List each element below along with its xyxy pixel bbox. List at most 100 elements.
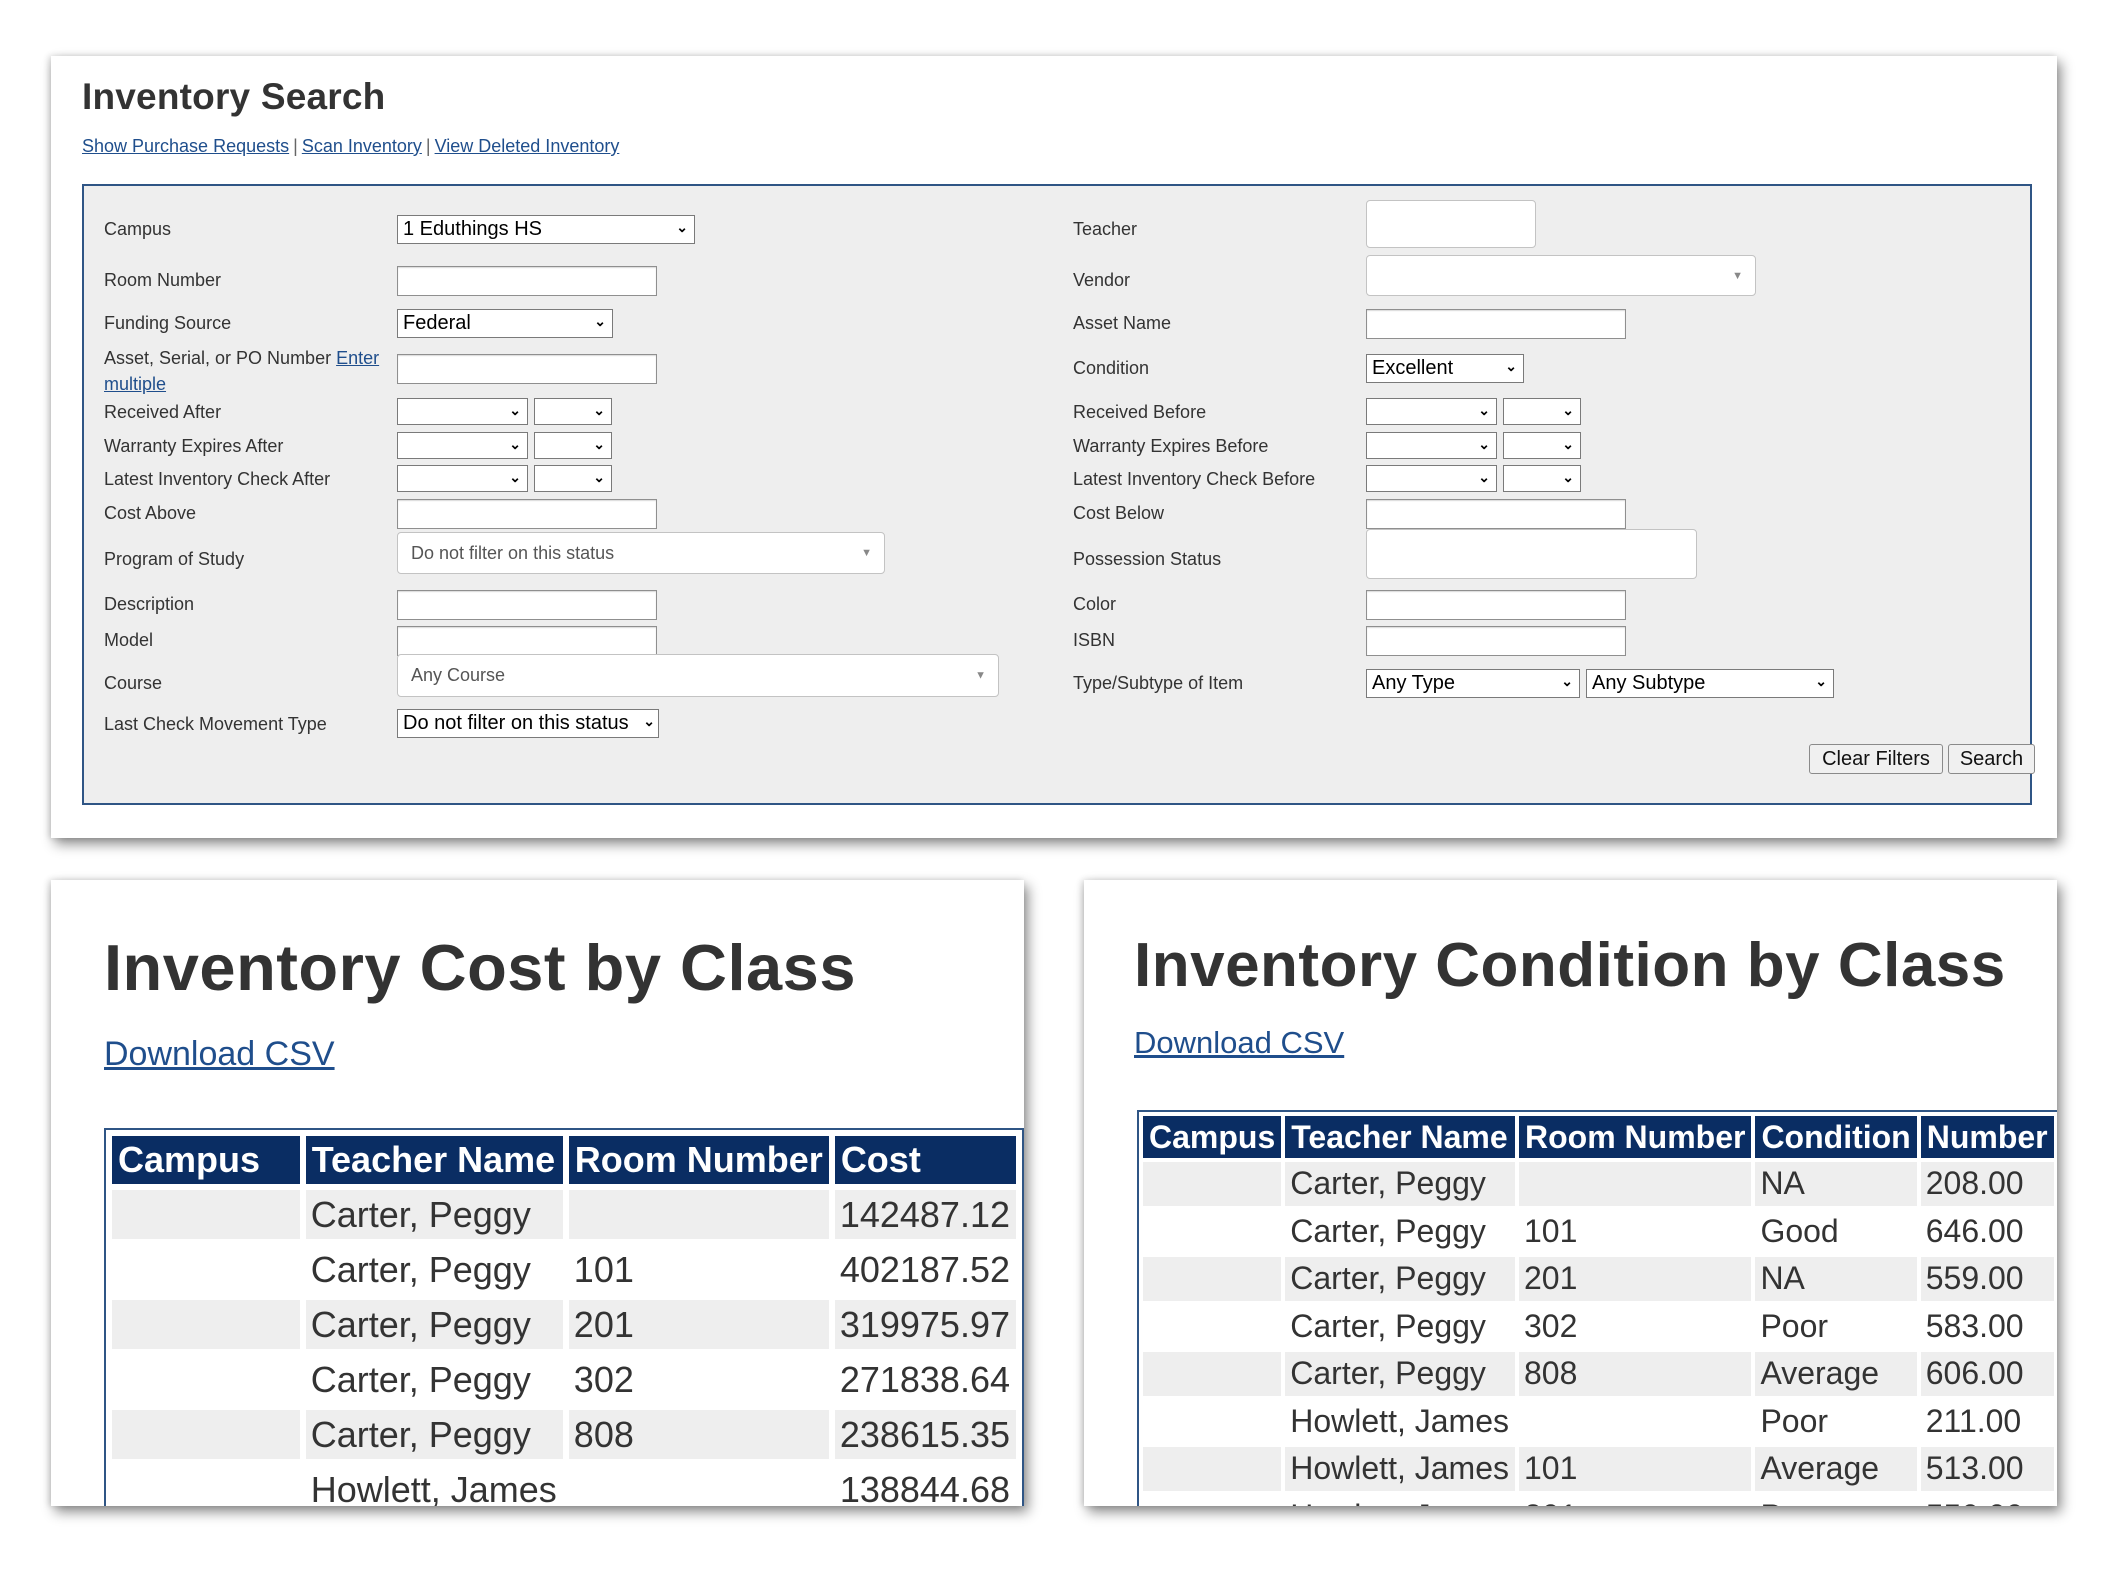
campus-cell xyxy=(1143,1305,1281,1349)
cost-below-label: Cost Below xyxy=(1073,503,1165,523)
chevron-down-icon: ⌄ xyxy=(593,402,605,418)
cost-cell: 142487.12 xyxy=(834,1190,1016,1239)
room-number-input[interactable] xyxy=(397,266,657,296)
condition-select[interactable]: Excellent ⌄ xyxy=(1366,354,1524,383)
teacher-cell: Howlett, James xyxy=(1285,1447,1515,1491)
column-header-campus[interactable]: Campus xyxy=(112,1136,300,1184)
room-cell xyxy=(569,1465,829,1506)
clear-filters-button[interactable]: Clear Filters xyxy=(1809,744,1943,774)
cost-cell: 238615.35 xyxy=(834,1410,1016,1459)
view-deleted-inventory-link[interactable]: View Deleted Inventory xyxy=(435,136,620,156)
received-after-month-select[interactable]: ⌄ xyxy=(397,398,528,425)
cost-download-csv-link[interactable]: Download CSV xyxy=(104,1035,335,1074)
room-cell: 302 xyxy=(1523,1307,1578,1344)
room-cell xyxy=(568,1190,829,1239)
column-header-number[interactable]: Number xyxy=(1920,1116,2054,1158)
latest-check-after-label: Latest Inventory Check After xyxy=(104,469,331,489)
model-input[interactable] xyxy=(397,626,657,656)
table-header-row: Campus Teacher Name Room Number Cost xyxy=(112,1136,1016,1184)
nav-links: Show Purchase Requests | Scan Inventory | Vi… xyxy=(82,136,619,157)
campus-cell xyxy=(1143,1210,1281,1254)
table-row: Carter, Peggy 142487.12 xyxy=(112,1190,1016,1239)
show-purchase-requests-link[interactable]: Show Purchase Requests xyxy=(82,136,289,156)
last-check-movement-type-select[interactable]: Do not filter on this status ⌄ xyxy=(397,709,659,738)
latest-check-before-year-select[interactable]: ⌄ xyxy=(1503,465,1581,492)
cost-below-input[interactable] xyxy=(1366,499,1626,529)
received-after-year-select[interactable]: ⌄ xyxy=(534,398,612,425)
condition-download-csv-link[interactable]: Download CSV xyxy=(1134,1025,1344,1061)
isbn-label: ISBN xyxy=(1073,630,1116,650)
cost-above-input[interactable] xyxy=(397,499,657,529)
chevron-down-icon: ⌄ xyxy=(1562,469,1574,485)
latest-check-after-month-select[interactable]: ⌄ xyxy=(397,465,528,492)
campus-select[interactable]: 1 Eduthings HS ⌄ xyxy=(397,215,695,244)
chevron-down-icon: ⌄ xyxy=(509,436,521,452)
column-header-campus[interactable]: Campus xyxy=(1143,1116,1282,1158)
column-header-condition[interactable]: Condition xyxy=(1755,1116,1917,1158)
triangle-down-icon: ▼ xyxy=(1732,269,1743,282)
type-select[interactable]: Any Type ⌄ xyxy=(1366,669,1580,698)
column-header-room-number[interactable]: Room Number xyxy=(1518,1116,1752,1158)
color-input[interactable] xyxy=(1366,590,1626,620)
warranty-expires-before-month-select[interactable]: ⌄ xyxy=(1366,432,1497,459)
scan-inventory-link[interactable]: Scan Inventory xyxy=(302,136,422,156)
latest-check-before-month-select[interactable]: ⌄ xyxy=(1366,465,1497,492)
asset-name-label: Asset Name xyxy=(1073,313,1172,333)
number-cell: 513.00 xyxy=(1920,1447,2054,1491)
chevron-down-icon: ⌄ xyxy=(676,219,688,235)
chevron-down-icon: ⌄ xyxy=(1561,673,1573,689)
subtype-select[interactable]: Any Subtype ⌄ xyxy=(1586,669,1834,698)
column-header-room-number[interactable]: Room Number xyxy=(568,1136,829,1184)
campus-cell xyxy=(1143,1447,1282,1491)
teacher-cell: Carter, Peggy xyxy=(1285,1162,1515,1206)
teacher-input[interactable] xyxy=(1366,200,1536,248)
asset-name-input[interactable] xyxy=(1366,309,1626,339)
chevron-down-icon: ⌄ xyxy=(1815,673,1827,689)
column-header-teacher-name[interactable]: Teacher Name xyxy=(1285,1116,1515,1158)
teacher-cell: Carter, Peggy xyxy=(305,1190,563,1239)
possession-status-input[interactable] xyxy=(1366,529,1697,579)
campus-label: Campus xyxy=(104,219,172,239)
condition-value: Excellent xyxy=(1372,357,1454,379)
program-of-study-select[interactable]: Do not filter on this status ▼ xyxy=(397,532,885,574)
description-label: Description xyxy=(104,594,195,614)
description-input[interactable] xyxy=(397,590,657,620)
received-before-month-select[interactable]: ⌄ xyxy=(1366,398,1497,425)
chevron-down-icon: ⌄ xyxy=(643,713,655,729)
latest-check-before-label: Latest Inventory Check Before xyxy=(1073,469,1316,489)
table-row: Carter, Peggy NA 208.00 xyxy=(1143,1162,2054,1206)
last-check-movement-type-label: Last Check Movement Type xyxy=(104,714,327,734)
campus-cell xyxy=(1143,1352,1282,1396)
vendor-select[interactable]: ▼ xyxy=(1366,255,1756,296)
condition-table: Campus Teacher Name Room Number Conditio… xyxy=(1137,1110,2057,1506)
enter-multiple-link-2[interactable]: multiple xyxy=(104,374,166,394)
search-button[interactable]: Search xyxy=(1948,744,2035,774)
warranty-expires-after-year-select[interactable]: ⌄ xyxy=(534,432,612,459)
condition-cell: Good xyxy=(1760,1212,1839,1249)
chevron-down-icon: ⌄ xyxy=(509,402,521,418)
room-cell: 201 xyxy=(568,1300,829,1349)
room-cell xyxy=(1519,1400,1751,1444)
latest-check-after-year-select[interactable]: ⌄ xyxy=(534,465,612,492)
campus-cell xyxy=(112,1355,300,1404)
table-row: Carter, Peggy 302 271838.64 xyxy=(112,1355,1016,1404)
chevron-down-icon: ⌄ xyxy=(1478,436,1490,452)
course-select[interactable]: Any Course ▼ xyxy=(397,654,999,697)
received-before-year-select[interactable]: ⌄ xyxy=(1503,398,1581,425)
teacher-cell: Carter, Peggy xyxy=(310,1358,531,1400)
isbn-input[interactable] xyxy=(1366,626,1626,656)
enter-multiple-link[interactable]: Enter xyxy=(336,348,379,368)
warranty-expires-after-month-select[interactable]: ⌄ xyxy=(397,432,528,459)
model-label: Model xyxy=(104,630,154,650)
warranty-expires-before-year-select[interactable]: ⌄ xyxy=(1503,432,1581,459)
chevron-down-icon: ⌄ xyxy=(1478,469,1490,485)
campus-cell xyxy=(112,1410,300,1459)
funding-source-select[interactable]: Federal ⌄ xyxy=(397,309,613,338)
teacher-cell: Howlett, James xyxy=(1290,1402,1509,1439)
asset-serial-po-input[interactable] xyxy=(397,354,657,384)
column-header-cost[interactable]: Cost xyxy=(834,1136,1016,1184)
condition-cell: Poor xyxy=(1760,1402,1829,1439)
column-header-teacher-name[interactable]: Teacher Name xyxy=(305,1136,563,1184)
inventory-search-panel: Inventory Search Show Purchase Requests |… xyxy=(51,56,2057,838)
type-subtype-label: Type/Subtype of Item xyxy=(1073,673,1244,693)
